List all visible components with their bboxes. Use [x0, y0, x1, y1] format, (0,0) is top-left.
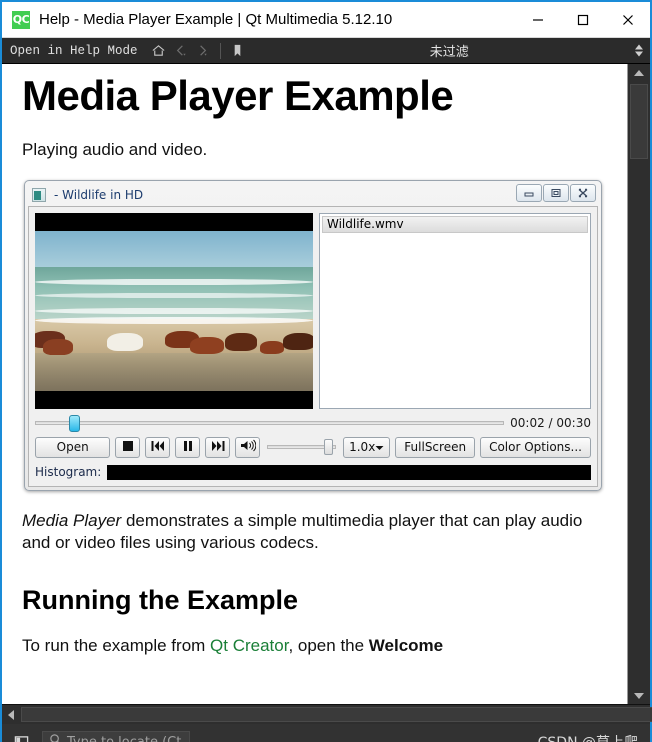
video-wet-sand: [35, 352, 313, 391]
chevron-down-icon: [634, 692, 644, 699]
bookmark-icon[interactable]: [227, 39, 249, 63]
mp-minimize-button[interactable]: [516, 183, 542, 202]
video-wave: [35, 307, 313, 314]
media-player-titlebar: - Wildlife in HD: [28, 183, 598, 206]
run-text-bold: Welcome: [368, 635, 444, 655]
title-bar: QC Help - Media Player Example | Qt Mult…: [2, 2, 650, 38]
page-title: Media Player Example: [22, 72, 454, 119]
section-title: Running the Example: [22, 584, 299, 615]
help-toolbar: Open in Help Mode 未过滤: [2, 38, 650, 64]
seek-slider[interactable]: [35, 414, 505, 432]
run-text-before: To run the example from: [22, 635, 211, 655]
toolbar-separator: [219, 42, 221, 59]
mp-close-button[interactable]: [570, 183, 596, 202]
previous-track-icon: [151, 440, 165, 455]
color-options-button[interactable]: Color Options...: [480, 436, 591, 458]
filter-spinner-arrows[interactable]: [634, 42, 644, 59]
chevron-up-icon: [634, 69, 644, 76]
histogram-bar: [107, 464, 591, 480]
volume-button[interactable]: [235, 436, 261, 458]
video-shoreline-foam: [35, 316, 313, 324]
window-title: Help - Media Player Example | Qt Multime…: [39, 11, 393, 28]
playback-rate-value: 1.0x: [349, 440, 376, 455]
page-subtitle: Playing audio and video.: [22, 140, 208, 159]
video-horse-white: [107, 332, 143, 351]
list-item[interactable]: Wildlife.wmv: [322, 215, 588, 233]
close-button[interactable]: [605, 3, 650, 37]
horizontal-scrollbar-thumb[interactable]: [21, 706, 652, 722]
home-icon[interactable]: [148, 39, 170, 63]
vertical-scrollbar[interactable]: [628, 64, 650, 704]
locator-input[interactable]: Type to locate (Ct...: [42, 731, 194, 742]
description-paragraph: Media Player demonstrates a simple multi…: [22, 510, 603, 555]
media-player-window-title: - Wildlife in HD: [54, 187, 144, 202]
open-in-help-mode-button[interactable]: Open in Help Mode: [2, 44, 148, 58]
status-bar: Type to locate (Ct... CSDN @草上爬: [2, 724, 650, 742]
stop-button[interactable]: [115, 436, 141, 458]
description-italic: Media Player: [22, 510, 122, 530]
scroll-up-arrow[interactable]: [628, 64, 650, 81]
open-button[interactable]: Open: [35, 436, 111, 458]
documentation-pane: Media Player Example Playing audio and v…: [2, 64, 628, 704]
chevron-left-icon: [7, 709, 14, 720]
video-wave: [35, 292, 313, 298]
volume-slider[interactable]: [267, 439, 337, 456]
seek-row: 00:02 / 00:30: [35, 414, 591, 432]
qt-creator-link[interactable]: Qt Creator: [210, 636, 288, 655]
histogram-row: Histogram:: [35, 464, 591, 480]
filter-combobox[interactable]: 未过滤: [249, 39, 650, 63]
next-button[interactable]: [205, 436, 231, 458]
sidebar-toggle-icon[interactable]: [8, 729, 34, 742]
mp-maximize-button[interactable]: [543, 183, 569, 202]
locator-placeholder: Type to locate (Ct...: [67, 734, 194, 742]
minimize-button[interactable]: [515, 3, 560, 37]
pause-icon: [182, 440, 194, 455]
forward-arrow-icon[interactable]: [192, 39, 214, 63]
previous-button[interactable]: [145, 436, 171, 458]
help-window: QC Help - Media Player Example | Qt Mult…: [0, 0, 652, 742]
horizontal-scrollbar[interactable]: [2, 704, 652, 724]
time-display: 00:02 / 00:30: [510, 415, 591, 430]
seek-slider-handle[interactable]: [68, 414, 80, 432]
volume-icon: [240, 439, 257, 455]
stop-icon: [122, 440, 134, 455]
watermark: CSDN @草上爬: [538, 732, 638, 742]
playlist[interactable]: Wildlife.wmv: [319, 212, 591, 409]
run-text-middle: , open the: [288, 635, 369, 655]
playback-rate-combobox[interactable]: 1.0x: [343, 436, 391, 458]
volume-slider-handle[interactable]: [324, 439, 334, 456]
video-horse: [43, 338, 73, 355]
media-player-screenshot: - Wildlife in HD Wildlife.wmv 00:02 / 00…: [24, 179, 602, 491]
histogram-label: Histogram:: [35, 465, 102, 480]
video-horse: [225, 332, 257, 351]
media-player-window-buttons: [515, 183, 596, 202]
vertical-scrollbar-thumb[interactable]: [630, 84, 648, 159]
next-track-icon: [211, 440, 225, 455]
horizontal-scrollbar-track[interactable]: [19, 706, 652, 724]
video-horse: [283, 332, 313, 350]
qt-creator-logo-icon: QC: [12, 10, 30, 29]
content-region: Media Player Example Playing audio and v…: [2, 64, 650, 704]
scroll-left-arrow[interactable]: [2, 706, 19, 724]
scroll-down-arrow[interactable]: [628, 687, 650, 704]
run-paragraph: To run the example from Qt Creator, open…: [22, 635, 603, 658]
back-arrow-icon[interactable]: [170, 39, 192, 63]
media-player-main-row: Wildlife.wmv: [35, 212, 591, 409]
search-icon: [49, 733, 62, 742]
filter-value: 未过滤: [429, 45, 469, 60]
fullscreen-button[interactable]: FullScreen: [395, 436, 476, 458]
controls-row: Open 1.0x FullScreen Color Options...: [35, 436, 591, 458]
pause-button[interactable]: [175, 436, 201, 458]
chevron-down-icon: [375, 440, 384, 454]
video-surface[interactable]: [35, 212, 313, 409]
maximize-button[interactable]: [560, 3, 605, 37]
media-player-body: Wildlife.wmv 00:02 / 00:30 Open 1.0x Ful…: [28, 205, 598, 487]
video-wave: [35, 278, 313, 285]
video-sky: [35, 230, 313, 267]
video-horse: [190, 336, 224, 354]
video-horse: [260, 340, 284, 354]
media-player-app-icon: [32, 187, 46, 202]
